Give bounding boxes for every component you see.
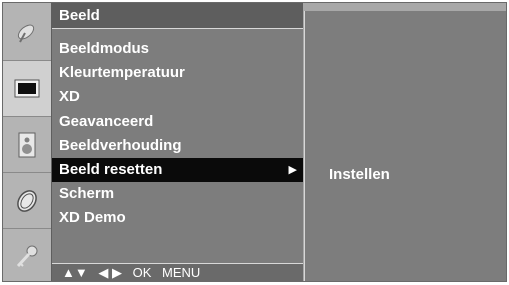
audio-category[interactable]	[3, 117, 51, 173]
menu-item-label: XD	[59, 88, 80, 106]
submenu-arrow-icon: ▶	[288, 163, 297, 176]
menu-item-kleurtemperatuur[interactable]: Kleurtemperatuur	[52, 61, 303, 85]
ok-hint: OK	[132, 265, 152, 280]
menu-item-beeldmodus[interactable]: Beeldmodus	[52, 37, 303, 61]
speaker-icon	[18, 132, 36, 157]
menu-list: Beeldmodus Kleurtemperatuur XD Geavancee…	[52, 37, 303, 231]
menu-title: Beeld	[52, 3, 303, 29]
menu-item-label: XD Demo	[59, 209, 126, 227]
menu-item-label: Beeldmodus	[59, 40, 150, 57]
lock-category[interactable]	[3, 229, 51, 285]
picture-icon	[14, 79, 40, 97]
up-down-arrows-icon: ▲▼	[62, 265, 88, 280]
channel-category[interactable]	[3, 5, 51, 61]
menu-item-label: Beeld resetten	[59, 160, 163, 178]
navigation-hint-bar: ▲▼ ◀ ▶ OK MENU	[52, 263, 303, 281]
menu-item-scherm[interactable]: Scherm	[52, 182, 303, 206]
picture-menu-panel: Beeld Beeldmodus Kleurtemperatuur XD Gea…	[52, 3, 303, 281]
menu-item-label: Kleurtemperatuur	[59, 64, 185, 82]
menu-item-label: Beeldverhouding	[59, 136, 182, 154]
key-icon	[16, 245, 38, 268]
picture-category[interactable]	[3, 61, 51, 117]
menu-item-beeld-resetten[interactable]: Beeld resetten ▶	[52, 157, 303, 183]
submenu-item-instellen[interactable]: Instellen	[329, 166, 390, 183]
osd-menu-frame: Beeld Beeldmodus Kleurtemperatuur XD Gea…	[2, 2, 507, 282]
time-category[interactable]	[3, 173, 51, 229]
menu-item-label: Geavanceerd	[59, 112, 154, 130]
timer-icon	[17, 189, 37, 212]
submenu-panel: Instellen	[304, 11, 506, 281]
menu-item-beeldverhouding[interactable]: Beeldverhouding	[52, 134, 303, 158]
menu-category-sidebar	[3, 3, 52, 281]
menu-item-xd[interactable]: XD	[52, 85, 303, 109]
menu-hint: MENU	[162, 265, 201, 280]
left-right-arrows-icon: ◀ ▶	[98, 265, 122, 280]
menu-item-xd-demo[interactable]: XD Demo	[52, 206, 303, 230]
satellite-dish-icon	[17, 24, 35, 42]
menu-item-geavanceerd[interactable]: Geavanceerd	[52, 110, 303, 134]
menu-item-label: Scherm	[59, 185, 115, 203]
